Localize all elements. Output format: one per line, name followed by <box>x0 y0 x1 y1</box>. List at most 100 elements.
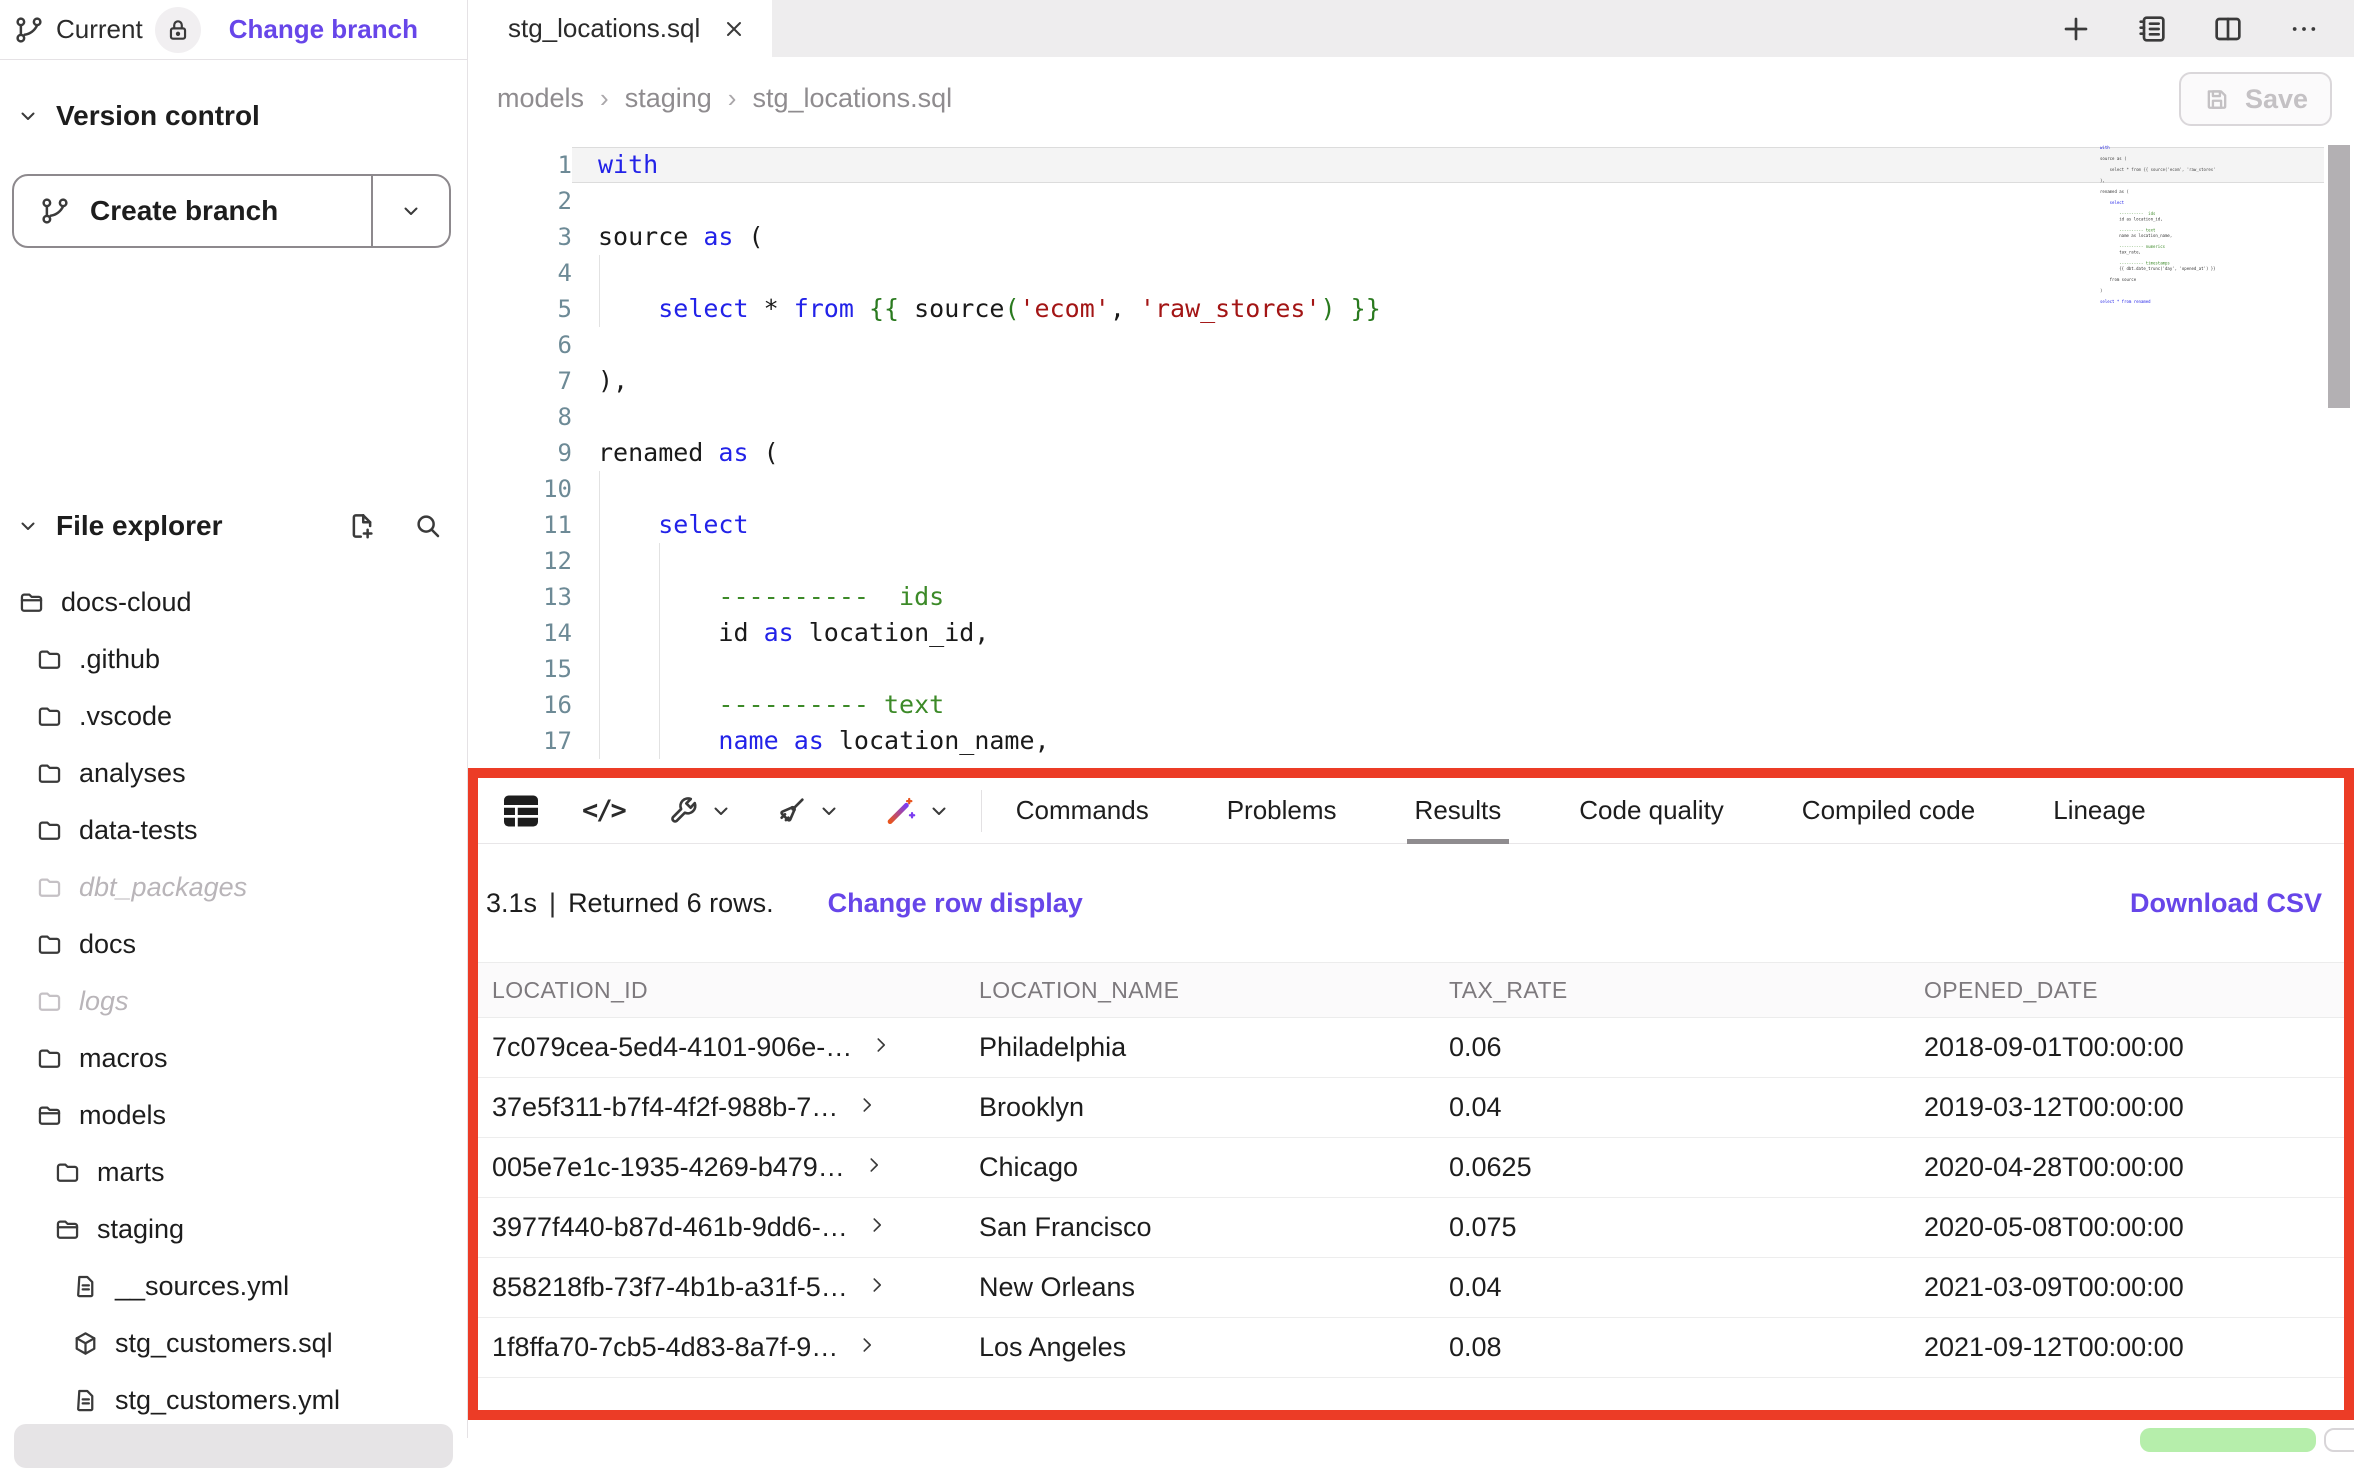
wrench-button[interactable] <box>667 795 733 827</box>
panel-tab-results[interactable]: Results <box>1411 778 1506 844</box>
code-editor[interactable]: 1with23source as (45 select * from {{ so… <box>469 134 2354 768</box>
plus-icon[interactable] <box>2060 13 2092 45</box>
tree-item-label: docs-cloud <box>61 587 192 618</box>
expand-chevron-icon[interactable] <box>863 1154 885 1176</box>
expand-chevron-icon[interactable] <box>856 1094 878 1116</box>
code-line-11: 11 select <box>469 507 2354 543</box>
table-cell: 0.075 <box>1435 1212 1910 1243</box>
tree-item-stg-customers-sql[interactable]: stg_customers.sql <box>0 1315 467 1372</box>
tree-item-staging[interactable]: staging <box>0 1201 467 1258</box>
code-line-1: 1with <box>469 147 2354 183</box>
editor-minimap[interactable]: with source as ( select * from {{ source… <box>2100 145 2215 305</box>
tree-item-label: stg_customers.sql <box>115 1328 333 1359</box>
code-text <box>572 543 2324 579</box>
create-branch-label: Create branch <box>90 195 278 227</box>
panel-tab-commands[interactable]: Commands <box>1012 778 1153 844</box>
tab-stg-locations-sql[interactable]: stg_locations.sql <box>478 0 772 57</box>
code-text: ), <box>572 363 2324 399</box>
wrench-icon <box>667 795 699 827</box>
line-number: 6 <box>469 327 572 363</box>
breadcrumb-part[interactable]: models <box>497 83 584 114</box>
table-row: 858218fb-73f7-4b1b-a31f-5…New Orleans0.0… <box>478 1258 2344 1318</box>
code-line-13: 13 ---------- ids <box>469 579 2354 615</box>
version-control-section-header[interactable]: Version control <box>0 96 467 136</box>
change-row-display-link[interactable]: Change row display <box>828 888 1083 919</box>
tree-item-data-tests[interactable]: data-tests <box>0 802 467 859</box>
tree-item--vscode[interactable]: .vscode <box>0 688 467 745</box>
folder-icon <box>36 931 63 958</box>
results-meta-bar: 3.1s | Returned 6 rows. Change row displ… <box>478 844 2344 962</box>
create-branch-dropdown[interactable] <box>371 176 449 246</box>
folder-icon <box>36 874 63 901</box>
tree-item--github[interactable]: .github <box>0 631 467 688</box>
expand-chevron-icon[interactable] <box>856 1334 878 1356</box>
editor-scrollbar[interactable] <box>2328 145 2350 408</box>
file-icon <box>72 1387 99 1414</box>
save-label: Save <box>2245 84 2308 115</box>
button-partial <box>2324 1428 2354 1452</box>
expand-chevron-icon[interactable] <box>870 1034 892 1056</box>
panel-tab-lineage[interactable]: Lineage <box>2049 778 2150 844</box>
table-cell: 2020-05-08T00:00:00 <box>1910 1212 2344 1243</box>
read-only-badge <box>155 7 201 53</box>
tree-item-models[interactable]: models <box>0 1087 467 1144</box>
tree-item-docs-cloud[interactable]: docs-cloud <box>0 574 467 631</box>
cube-icon <box>72 1330 99 1357</box>
tree-item-label: analyses <box>79 758 186 789</box>
notebook-icon[interactable] <box>2136 13 2168 45</box>
code-button[interactable]: </> <box>582 795 625 826</box>
line-number: 4 <box>469 255 572 291</box>
results-table-header: LOCATION_IDLOCATION_NAMETAX_RATEOPENED_D… <box>478 962 2344 1018</box>
table-cell: 0.04 <box>1435 1092 1910 1123</box>
tree-item-stg-customers-yml[interactable]: stg_customers.yml <box>0 1372 467 1429</box>
tree-item-analyses[interactable]: analyses <box>0 745 467 802</box>
panel-tab-compiled-code[interactable]: Compiled code <box>1798 778 1979 844</box>
tree-item-label: logs <box>79 986 129 1017</box>
file-explorer-section-header[interactable]: File explorer <box>0 506 467 546</box>
expand-chevron-icon[interactable] <box>866 1214 888 1236</box>
search-icon[interactable] <box>413 511 443 541</box>
download-csv-link[interactable]: Download CSV <box>2130 888 2322 919</box>
ellipsis-icon[interactable] <box>2288 13 2320 45</box>
magic-wand-button[interactable] <box>883 794 951 828</box>
tree-item--sources-yml[interactable]: __sources.yml <box>0 1258 467 1315</box>
split-icon[interactable] <box>2212 13 2244 45</box>
table-row: 1f8ffa70-7cb5-4d83-8a7f-9…Los Angeles0.0… <box>478 1318 2344 1378</box>
code-line-8: 8 <box>469 399 2354 435</box>
create-branch-button[interactable]: Create branch <box>12 174 451 248</box>
code-text: ---------- ids <box>572 579 2324 615</box>
table-row: 005e7e1c-1935-4269-b479…Chicago0.0625202… <box>478 1138 2344 1198</box>
chevron-down-icon <box>399 199 423 223</box>
expand-chevron-icon[interactable] <box>866 1274 888 1296</box>
table-row: 37e5f311-b7f4-4f2f-988b-7…Brooklyn0.0420… <box>478 1078 2344 1138</box>
close-icon[interactable] <box>722 17 746 41</box>
code-text: source as ( <box>572 219 2324 255</box>
version-control-header-bar: Current Change branch <box>0 0 467 60</box>
tree-item-logs[interactable]: logs <box>0 973 467 1030</box>
save-button[interactable]: Save <box>2179 72 2332 126</box>
table-button[interactable] <box>502 794 540 828</box>
results-panel-highlighted: </> Commands Problems Results Code quality C… <box>468 768 2354 1420</box>
code-line-6: 6 <box>469 327 2354 363</box>
tree-item-marts[interactable]: marts <box>0 1144 467 1201</box>
change-branch-link[interactable]: Change branch <box>229 14 418 45</box>
rows-returned-label: Returned 6 rows. <box>568 888 774 919</box>
breadcrumb-separator: › <box>728 83 737 114</box>
new-file-icon[interactable] <box>347 511 377 541</box>
chevron-down-icon <box>927 799 951 823</box>
selected-file-partial[interactable] <box>14 1424 453 1468</box>
tree-item-label: dbt_packages <box>79 872 247 903</box>
tree-item-macros[interactable]: macros <box>0 1030 467 1087</box>
tree-item-dbt-packages[interactable]: dbt_packages <box>0 859 467 916</box>
table-cell: 2021-09-12T00:00:00 <box>1910 1332 2344 1363</box>
breadcrumb-part[interactable]: stg_locations.sql <box>752 83 952 114</box>
breadcrumb-part[interactable]: staging <box>625 83 712 114</box>
code-line-16: 16 ---------- text <box>469 687 2354 723</box>
tree-item-docs[interactable]: docs <box>0 916 467 973</box>
panel-tab-problems[interactable]: Problems <box>1223 778 1341 844</box>
table-cell: 2020-04-28T00:00:00 <box>1910 1152 2344 1183</box>
broom-button[interactable] <box>775 795 841 827</box>
panel-tab-code-quality[interactable]: Code quality <box>1575 778 1728 844</box>
folder-icon <box>36 646 63 673</box>
code-line-2: 2 <box>469 183 2354 219</box>
